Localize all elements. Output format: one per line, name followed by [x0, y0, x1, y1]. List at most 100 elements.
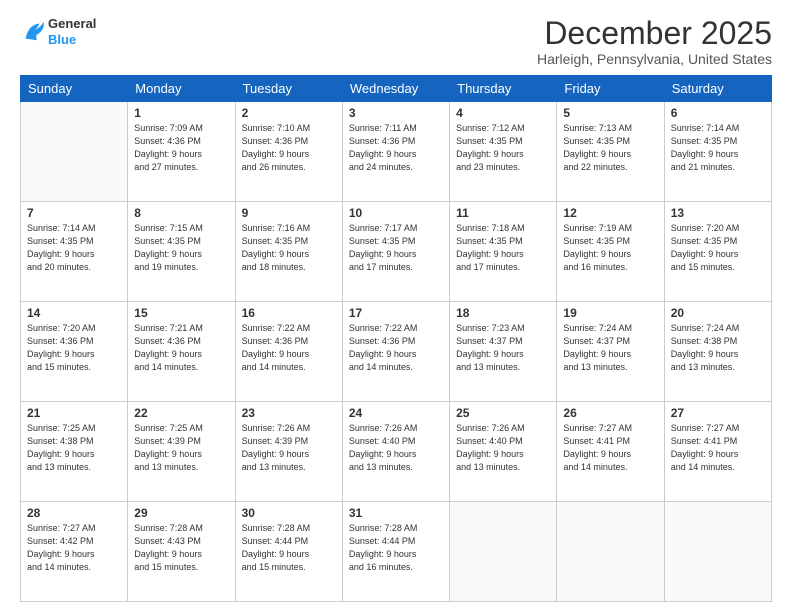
day-info: Sunrise: 7:25 AMSunset: 4:39 PMDaylight:…: [134, 422, 228, 474]
calendar-table: Sunday Monday Tuesday Wednesday Thursday…: [20, 75, 772, 602]
day-info: Sunrise: 7:25 AMSunset: 4:38 PMDaylight:…: [27, 422, 121, 474]
calendar-week-row: 1 Sunrise: 7:09 AMSunset: 4:36 PMDaylight…: [21, 102, 772, 202]
day-number: 10: [349, 206, 443, 220]
header: General Blue December 2025 Harleigh, Pen…: [20, 16, 772, 67]
day-number: 16: [242, 306, 336, 320]
day-number: 11: [456, 206, 550, 220]
table-row: 2Sunrise: 7:10 AMSunset: 4:36 PMDaylight…: [235, 102, 342, 202]
day-info: Sunrise: 7:28 AMSunset: 4:43 PMDaylight:…: [134, 522, 228, 574]
day-number: 22: [134, 406, 228, 420]
day-info: Sunrise: 7:27 AMSunset: 4:41 PMDaylight:…: [671, 422, 765, 474]
calendar-header-row: Sunday Monday Tuesday Wednesday Thursday…: [21, 76, 772, 102]
table-row: 22 Sunrise: 7:25 AMSunset: 4:39 PMDayligh…: [128, 402, 235, 502]
calendar-week-row: 14Sunrise: 7:20 AMSunset: 4:36 PMDayligh…: [21, 302, 772, 402]
day-info: Sunrise: 7:13 AMSunset: 4:35 PMDaylight:…: [563, 122, 657, 174]
logo-general: General: [48, 16, 96, 32]
page: General Blue December 2025 Harleigh, Pen…: [0, 0, 792, 612]
calendar-week-row: 28 Sunrise: 7:27 AMSunset: 4:42 PMDayligh…: [21, 502, 772, 602]
col-tuesday: Tuesday: [235, 76, 342, 102]
day-info: Sunrise: 7:15 AMSunset: 4:35 PMDaylight:…: [134, 222, 228, 274]
table-row: 24 Sunrise: 7:26 AMSunset: 4:40 PMDayligh…: [342, 402, 449, 502]
table-row: [664, 502, 771, 602]
table-row: 30Sunrise: 7:28 AMSunset: 4:44 PMDayligh…: [235, 502, 342, 602]
table-row: 15Sunrise: 7:21 AMSunset: 4:36 PMDayligh…: [128, 302, 235, 402]
day-number: 1: [134, 106, 228, 120]
table-row: 5 Sunrise: 7:13 AMSunset: 4:35 PMDaylight…: [557, 102, 664, 202]
day-info: Sunrise: 7:26 AMSunset: 4:40 PMDaylight:…: [349, 422, 443, 474]
day-number: 23: [242, 406, 336, 420]
col-saturday: Saturday: [664, 76, 771, 102]
day-info: Sunrise: 7:20 AMSunset: 4:35 PMDaylight:…: [671, 222, 765, 274]
day-number: 17: [349, 306, 443, 320]
day-number: 6: [671, 106, 765, 120]
day-number: 29: [134, 506, 228, 520]
table-row: 3Sunrise: 7:11 AMSunset: 4:36 PMDaylight…: [342, 102, 449, 202]
day-number: 3: [349, 106, 443, 120]
day-number: 7: [27, 206, 121, 220]
day-info: Sunrise: 7:22 AMSunset: 4:36 PMDaylight:…: [242, 322, 336, 374]
logo-text: General Blue: [48, 16, 96, 47]
table-row: 10 Sunrise: 7:17 AMSunset: 4:35 PMDayligh…: [342, 202, 449, 302]
table-row: 23Sunrise: 7:26 AMSunset: 4:39 PMDayligh…: [235, 402, 342, 502]
day-info: Sunrise: 7:20 AMSunset: 4:36 PMDaylight:…: [27, 322, 121, 374]
table-row: 16 Sunrise: 7:22 AMSunset: 4:36 PMDayligh…: [235, 302, 342, 402]
month-title: December 2025: [537, 16, 772, 51]
calendar-week-row: 7 Sunrise: 7:14 AMSunset: 4:35 PMDaylight…: [21, 202, 772, 302]
table-row: 31Sunrise: 7:28 AMSunset: 4:44 PMDayligh…: [342, 502, 449, 602]
table-row: 4 Sunrise: 7:12 AMSunset: 4:35 PMDaylight…: [450, 102, 557, 202]
table-row: 21Sunrise: 7:25 AMSunset: 4:38 PMDayligh…: [21, 402, 128, 502]
col-friday: Friday: [557, 76, 664, 102]
table-row: 28 Sunrise: 7:27 AMSunset: 4:42 PMDayligh…: [21, 502, 128, 602]
table-row: 6 Sunrise: 7:14 AMSunset: 4:35 PMDaylight…: [664, 102, 771, 202]
table-row: 1 Sunrise: 7:09 AMSunset: 4:36 PMDaylight…: [128, 102, 235, 202]
day-number: 9: [242, 206, 336, 220]
day-info: Sunrise: 7:18 AMSunset: 4:35 PMDaylight:…: [456, 222, 550, 274]
table-row: 25Sunrise: 7:26 AMSunset: 4:40 PMDayligh…: [450, 402, 557, 502]
day-info: Sunrise: 7:09 AMSunset: 4:36 PMDaylight:…: [134, 122, 228, 174]
table-row: 13 Sunrise: 7:20 AMSunset: 4:35 PMDayligh…: [664, 202, 771, 302]
day-info: Sunrise: 7:22 AMSunset: 4:36 PMDaylight:…: [349, 322, 443, 374]
day-info: Sunrise: 7:28 AMSunset: 4:44 PMDaylight:…: [349, 522, 443, 574]
col-thursday: Thursday: [450, 76, 557, 102]
table-row: 14Sunrise: 7:20 AMSunset: 4:36 PMDayligh…: [21, 302, 128, 402]
day-info: Sunrise: 7:24 AMSunset: 4:38 PMDaylight:…: [671, 322, 765, 374]
logo: General Blue: [20, 16, 96, 47]
day-info: Sunrise: 7:14 AMSunset: 4:35 PMDaylight:…: [671, 122, 765, 174]
day-number: 4: [456, 106, 550, 120]
day-number: 13: [671, 206, 765, 220]
table-row: [450, 502, 557, 602]
day-info: Sunrise: 7:12 AMSunset: 4:35 PMDaylight:…: [456, 122, 550, 174]
day-info: Sunrise: 7:27 AMSunset: 4:41 PMDaylight:…: [563, 422, 657, 474]
day-number: 12: [563, 206, 657, 220]
day-info: Sunrise: 7:27 AMSunset: 4:42 PMDaylight:…: [27, 522, 121, 574]
day-info: Sunrise: 7:24 AMSunset: 4:37 PMDaylight:…: [563, 322, 657, 374]
day-info: Sunrise: 7:17 AMSunset: 4:35 PMDaylight:…: [349, 222, 443, 274]
day-number: 25: [456, 406, 550, 420]
table-row: [557, 502, 664, 602]
table-row: 17 Sunrise: 7:22 AMSunset: 4:36 PMDayligh…: [342, 302, 449, 402]
day-number: 28: [27, 506, 121, 520]
day-number: 15: [134, 306, 228, 320]
day-number: 5: [563, 106, 657, 120]
table-row: 18Sunrise: 7:23 AMSunset: 4:37 PMDayligh…: [450, 302, 557, 402]
day-number: 24: [349, 406, 443, 420]
logo-icon: [20, 19, 48, 47]
col-wednesday: Wednesday: [342, 76, 449, 102]
table-row: 19 Sunrise: 7:24 AMSunset: 4:37 PMDayligh…: [557, 302, 664, 402]
logo-blue: Blue: [48, 32, 96, 48]
day-number: 20: [671, 306, 765, 320]
day-number: 27: [671, 406, 765, 420]
day-info: Sunrise: 7:14 AMSunset: 4:35 PMDaylight:…: [27, 222, 121, 274]
day-number: 2: [242, 106, 336, 120]
table-row: 9Sunrise: 7:16 AMSunset: 4:35 PMDaylight…: [235, 202, 342, 302]
location-subtitle: Harleigh, Pennsylvania, United States: [537, 51, 772, 67]
table-row: [21, 102, 128, 202]
title-block: December 2025 Harleigh, Pennsylvania, Un…: [537, 16, 772, 67]
calendar-week-row: 21Sunrise: 7:25 AMSunset: 4:38 PMDayligh…: [21, 402, 772, 502]
day-number: 30: [242, 506, 336, 520]
day-number: 8: [134, 206, 228, 220]
day-number: 19: [563, 306, 657, 320]
day-info: Sunrise: 7:19 AMSunset: 4:35 PMDaylight:…: [563, 222, 657, 274]
table-row: 29 Sunrise: 7:28 AMSunset: 4:43 PMDayligh…: [128, 502, 235, 602]
col-sunday: Sunday: [21, 76, 128, 102]
